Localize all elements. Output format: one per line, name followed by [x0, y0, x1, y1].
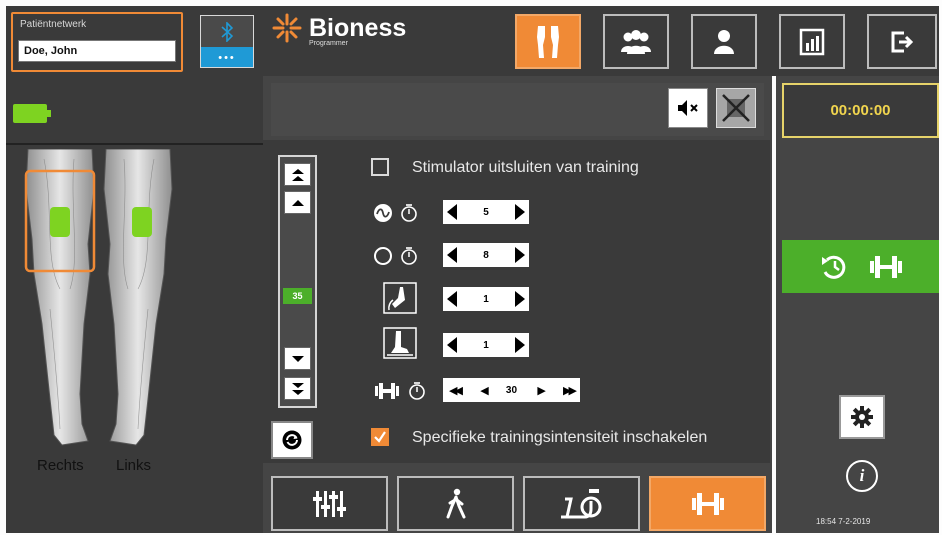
decrease-icon[interactable]	[447, 247, 457, 263]
wave-timer-icon	[373, 202, 421, 224]
circle-timer-icon	[373, 245, 421, 267]
report-icon	[799, 28, 825, 55]
foot-lift-stepper[interactable]: 1	[443, 287, 529, 311]
history-icon	[821, 255, 845, 279]
mute-button[interactable]	[668, 88, 708, 128]
bluetooth-dots: •••	[218, 51, 236, 64]
duration-stepper[interactable]: ◀◀ ◀ 30 ▶ ▶▶	[443, 378, 580, 402]
walk-icon	[446, 488, 465, 518]
increase-icon[interactable]	[515, 247, 525, 263]
right-electrode	[50, 207, 70, 237]
battery-icon	[13, 104, 51, 123]
info-icon: i	[859, 466, 865, 485]
dumbbell-icon	[691, 492, 724, 515]
group-icon	[621, 29, 651, 54]
bike-tab-button[interactable]	[523, 476, 640, 531]
intensity-slider[interactable]: 35	[278, 155, 317, 408]
foot-lift-value: 1	[483, 293, 489, 305]
dumbbell-icon	[869, 255, 902, 278]
bioness-logo-icon	[272, 13, 302, 43]
foot-down-stepper[interactable]: 1	[443, 333, 529, 357]
increase-icon[interactable]: ▶	[537, 384, 546, 397]
down-icon[interactable]	[284, 347, 311, 370]
increase-icon[interactable]	[515, 291, 525, 307]
circle-stepper[interactable]: 8	[443, 243, 529, 267]
left-leg-label: Links	[116, 457, 152, 474]
decrease-icon[interactable]	[447, 291, 457, 307]
foot-lift-icon	[383, 282, 417, 314]
legs-icon	[537, 25, 559, 58]
wave-value: 5	[483, 206, 489, 218]
gear-icon	[851, 406, 873, 428]
dumbbell-timer-icon	[373, 380, 433, 402]
bluetooth-button[interactable]: •••	[200, 15, 254, 68]
legs-illustration	[24, 149, 173, 446]
strength-tab-button[interactable]	[649, 476, 766, 531]
up-icon[interactable]	[284, 191, 311, 214]
exclude-stimulator-checkbox[interactable]	[371, 158, 389, 176]
increase-icon[interactable]	[515, 204, 525, 220]
sliders-icon	[312, 490, 346, 517]
increase-icon[interactable]	[515, 337, 525, 353]
patient-network-label: Patiëntnetwerk	[20, 19, 87, 30]
check-icon	[374, 431, 386, 443]
fast-decrease-icon[interactable]: ◀◀	[449, 384, 463, 397]
fast-increase-icon[interactable]: ▶▶	[563, 384, 577, 397]
walk-tab-button[interactable]	[397, 476, 514, 531]
brand-name: Bioness	[309, 13, 407, 42]
right-leg-label: Rechts	[37, 457, 84, 474]
brand-sub: Programmer	[309, 40, 348, 47]
bluetooth-icon	[201, 16, 253, 47]
session-timer: 00:00:00	[782, 83, 939, 138]
double-down-icon[interactable]	[284, 377, 311, 400]
sliders-tab-button[interactable]	[271, 476, 388, 531]
patient-name-field[interactable]: Doe, John	[18, 40, 176, 62]
wave-stepper[interactable]: 5	[443, 200, 529, 224]
start-training-button[interactable]	[782, 240, 939, 293]
double-up-icon[interactable]	[284, 163, 311, 186]
decrease-icon[interactable]	[447, 204, 457, 220]
settings-button[interactable]	[839, 395, 885, 439]
logout-button[interactable]	[867, 14, 937, 69]
patient-network-box[interactable]: Patiëntnetwerk Doe, John	[11, 12, 183, 72]
app-window: Patiëntnetwerk Doe, John ••• Rechts Link…	[0, 0, 942, 535]
left-electrode	[132, 207, 152, 237]
group-tab-button[interactable]	[603, 14, 669, 69]
report-tab-button[interactable]	[779, 14, 845, 69]
specific-intensity-checkbox[interactable]	[371, 428, 389, 446]
decrease-icon[interactable]: ◀	[480, 384, 489, 397]
logout-icon	[891, 31, 914, 52]
refresh-icon	[282, 430, 302, 450]
info-button[interactable]: i	[846, 460, 878, 492]
date-time: 18:54 7-2-2019	[816, 517, 871, 526]
refresh-button[interactable]	[271, 421, 313, 459]
legs-area: Rechts Links	[6, 145, 263, 533]
bioness-logo: Bioness Programmer	[271, 12, 407, 47]
no-alert-icon	[722, 94, 750, 122]
exclude-stimulator-label: Stimulator uitsluiten van training	[412, 159, 639, 176]
user-icon	[714, 29, 734, 54]
mute-icon	[678, 100, 698, 116]
no-alert-button[interactable]	[716, 88, 756, 128]
user-tab-button[interactable]	[691, 14, 757, 69]
foot-down-icon	[383, 327, 417, 359]
foot-down-value: 1	[483, 339, 489, 351]
specific-intensity-label: Specifieke trainingsintensiteit inschake…	[412, 429, 708, 446]
slider-value: 35	[283, 288, 312, 304]
left-panel: Patiëntnetwerk Doe, John ••• Rechts Link…	[6, 6, 263, 533]
decrease-icon[interactable]	[447, 337, 457, 353]
circle-value: 8	[483, 249, 489, 261]
legs-tab-button[interactable]	[515, 14, 581, 69]
bike-icon	[560, 488, 601, 518]
duration-value: 30	[505, 384, 518, 396]
